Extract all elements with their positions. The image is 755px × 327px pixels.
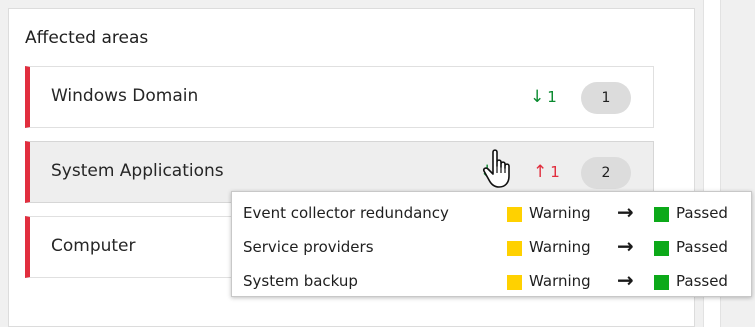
passed-square-icon <box>654 207 669 222</box>
to-status: Passed <box>676 238 728 256</box>
from-status: Warning <box>529 238 591 256</box>
check-name: System backup <box>243 272 358 290</box>
area-label: Windows Domain <box>51 86 199 106</box>
passed-square-icon <box>654 275 669 290</box>
warning-square-icon <box>507 241 522 256</box>
arrow-right-icon: → <box>617 200 634 224</box>
page: Affected areas Windows Domain ↓ 1 1 Syste… <box>0 0 755 327</box>
warning-square-icon <box>507 275 522 290</box>
from-status: Warning <box>529 204 591 222</box>
area-label: Computer <box>51 236 136 256</box>
tooltip-row: System backup Warning → Passed <box>232 263 753 297</box>
count-badge: 2 <box>581 157 631 189</box>
trend-value: 1 <box>547 88 557 106</box>
warning-square-icon <box>507 207 522 222</box>
panel-title: Affected areas <box>25 28 149 48</box>
passed-square-icon <box>654 241 669 256</box>
arrow-up-icon: ↑ <box>533 162 548 182</box>
tooltip-row: Service providers Warning → Passed <box>232 229 753 263</box>
trend-up-indicator: ↑ 1 <box>533 162 560 182</box>
count-badge: 1 <box>581 82 631 114</box>
to-status: Passed <box>676 204 728 222</box>
check-name: Event collector redundancy <box>243 204 449 222</box>
area-label: System Applications <box>51 161 224 181</box>
from-status: Warning <box>529 272 591 290</box>
arrow-right-icon: → <box>617 234 634 258</box>
trend-value: 1 <box>550 163 560 181</box>
arrow-right-icon: → <box>617 268 634 292</box>
status-change-tooltip: Event collector redundancy Warning → Pas… <box>231 191 752 297</box>
trend-down-indicator: ↓ 1 <box>530 87 557 107</box>
area-card-windows-domain[interactable]: Windows Domain ↓ 1 1 <box>25 66 654 128</box>
arrow-down-icon: ↓ <box>530 87 545 107</box>
check-name: Service providers <box>243 238 374 256</box>
to-status: Passed <box>676 272 728 290</box>
hand-pointer-icon <box>483 149 510 188</box>
tooltip-row: Event collector redundancy Warning → Pas… <box>232 195 753 229</box>
